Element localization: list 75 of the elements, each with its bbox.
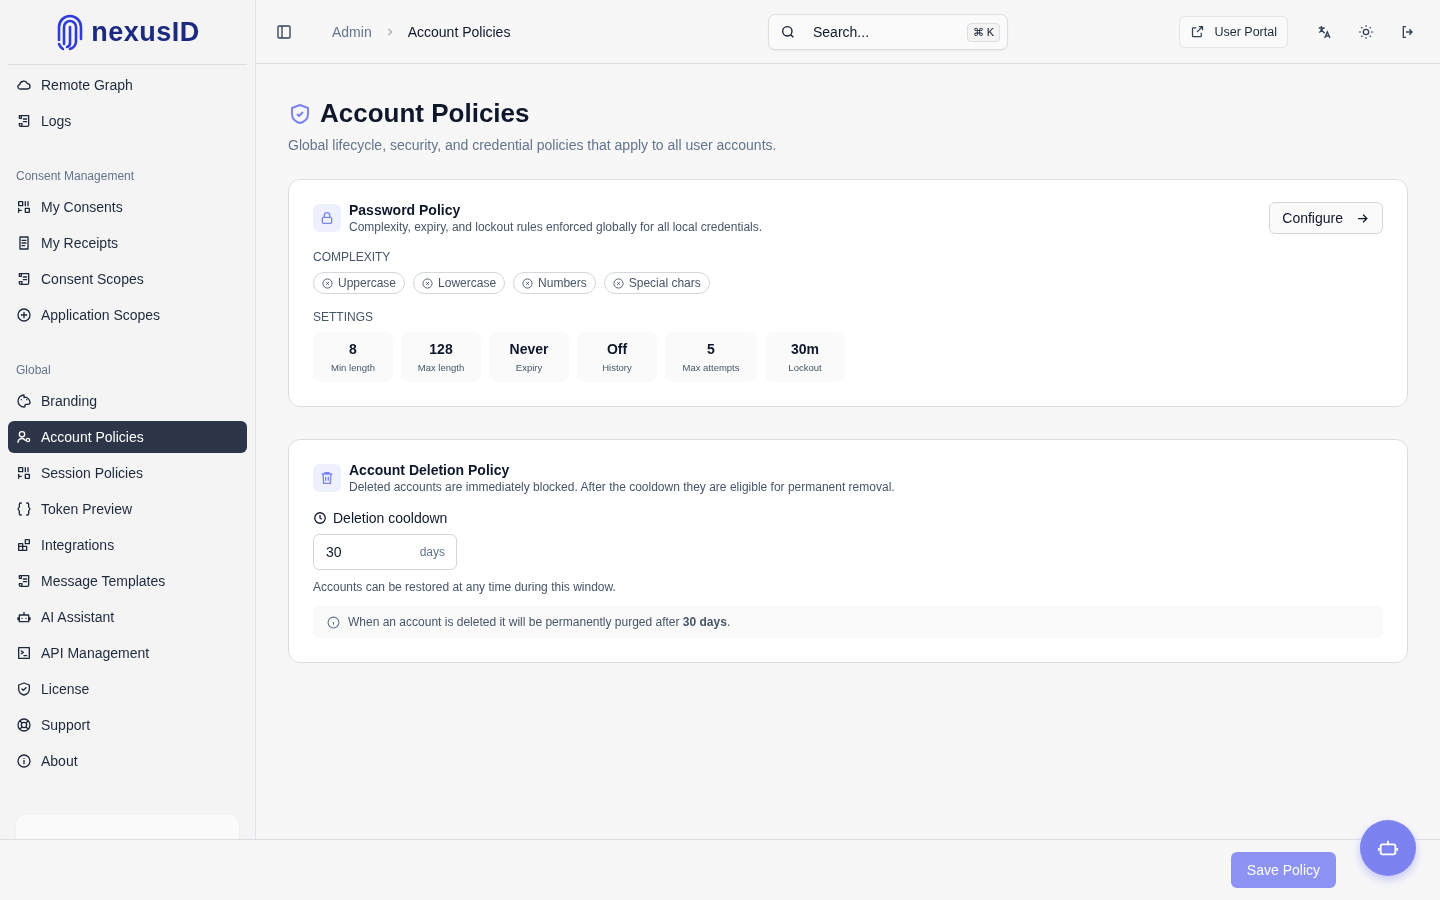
external-link-icon xyxy=(1190,24,1206,39)
clock-icon xyxy=(313,511,327,525)
lock-icon xyxy=(313,204,341,232)
blocks-icon xyxy=(16,537,32,553)
card-title: Account Deletion Policy xyxy=(349,462,511,478)
sidebar-item[interactable]: AI Assistant xyxy=(8,601,247,633)
braces-icon xyxy=(16,501,32,517)
trash-icon xyxy=(313,464,341,492)
setting-value: 8 xyxy=(349,341,357,357)
sidebar-item[interactable]: Consent Scopes xyxy=(8,263,247,295)
setting-label: Min length xyxy=(331,362,375,373)
sidebar-item[interactable]: My Receipts xyxy=(8,227,247,259)
x-circle-icon xyxy=(322,277,333,289)
field-hint: Accounts can be restored at any time during this window. xyxy=(313,580,617,594)
section-heading: Global xyxy=(15,362,52,379)
sidebar-item[interactable]: My Consents xyxy=(8,191,247,223)
brand-name: nexusID xyxy=(91,16,200,48)
breadcrumb-current: Account Policies xyxy=(407,23,511,40)
terminal-icon xyxy=(16,645,32,661)
field-label: Deletion cooldown xyxy=(333,510,448,526)
info-icon xyxy=(327,615,340,629)
sidebar-item[interactable]: API Management xyxy=(8,637,247,669)
setting-value: Off xyxy=(606,341,628,357)
setting-value: 128 xyxy=(429,341,453,357)
info-icon xyxy=(16,753,32,769)
setting-value: Never xyxy=(509,341,549,357)
scroll-icon xyxy=(16,113,32,129)
breadcrumb-link[interactable]: Admin xyxy=(332,23,372,40)
x-circle-icon xyxy=(522,277,534,289)
scroll-icon xyxy=(16,573,32,589)
receipt-icon xyxy=(16,235,32,251)
page-title: Account Policies xyxy=(320,98,530,129)
setting-label: Max attempts xyxy=(682,362,740,373)
scroll-icon xyxy=(16,271,32,287)
search-icon xyxy=(780,23,796,40)
setting-label: Lockout xyxy=(788,362,822,373)
sidebar-item[interactable]: Remote Graph xyxy=(8,69,247,101)
user-portal-button[interactable]: User Portal xyxy=(1179,15,1288,48)
configure-button[interactable]: Configure xyxy=(1269,202,1383,234)
setting-value: 5 xyxy=(707,341,715,357)
x-circle-icon xyxy=(422,277,434,289)
robot-icon xyxy=(16,609,32,625)
sidebar-item[interactable]: Logs xyxy=(8,105,247,137)
assistant-button[interactable] xyxy=(1360,820,1416,876)
sidebar-item[interactable]: About xyxy=(8,745,247,777)
sidebar-item[interactable]: Session Policies xyxy=(8,457,247,489)
setting-label: Expiry xyxy=(515,362,543,373)
grid-icon xyxy=(16,199,32,215)
sidebar-item[interactable]: Message Templates xyxy=(8,565,247,597)
shield-check-icon xyxy=(16,681,32,697)
card-description: Complexity, expiry, and lockout rules enforced globally for all local credentials. xyxy=(349,220,764,234)
user-icon xyxy=(16,429,32,445)
grid-icon xyxy=(16,465,32,481)
shield-check-icon xyxy=(288,101,312,126)
notice-text: When an account is deleted it will be permanently purged after 30 days. xyxy=(348,615,731,629)
lifebuoy-icon xyxy=(16,717,32,733)
sidebar-item[interactable]: Support xyxy=(8,709,247,741)
sidebar-item[interactable]: Integrations xyxy=(8,529,247,561)
unit-label: days xyxy=(419,545,445,559)
x-circle-icon xyxy=(612,277,624,289)
section-label: COMPLEXITY xyxy=(313,250,392,264)
section-heading: Consent Management xyxy=(15,168,136,185)
setting-label: Max length xyxy=(417,362,465,373)
section-label: SETTINGS xyxy=(313,310,374,324)
setting-label: History xyxy=(602,362,632,373)
sidebar-item[interactable]: Token Preview xyxy=(8,493,247,525)
sidebar-item[interactable]: License xyxy=(8,673,247,705)
setting-value: 30m xyxy=(791,341,819,357)
sidebar-item[interactable]: Branding xyxy=(8,385,247,417)
sidebar-item[interactable]: Account Policies xyxy=(8,421,247,453)
page-subtitle: Global lifecycle, security, and credential policies that apply to all user accounts. xyxy=(288,137,778,153)
card-description: Deleted accounts are immediately blocked. After the cooldown they are eligible for permanent removal. xyxy=(349,480,896,494)
sidebar-item[interactable]: Application Scopes xyxy=(8,299,247,331)
card-title: Password Policy xyxy=(349,202,462,218)
palette-icon xyxy=(16,393,32,409)
